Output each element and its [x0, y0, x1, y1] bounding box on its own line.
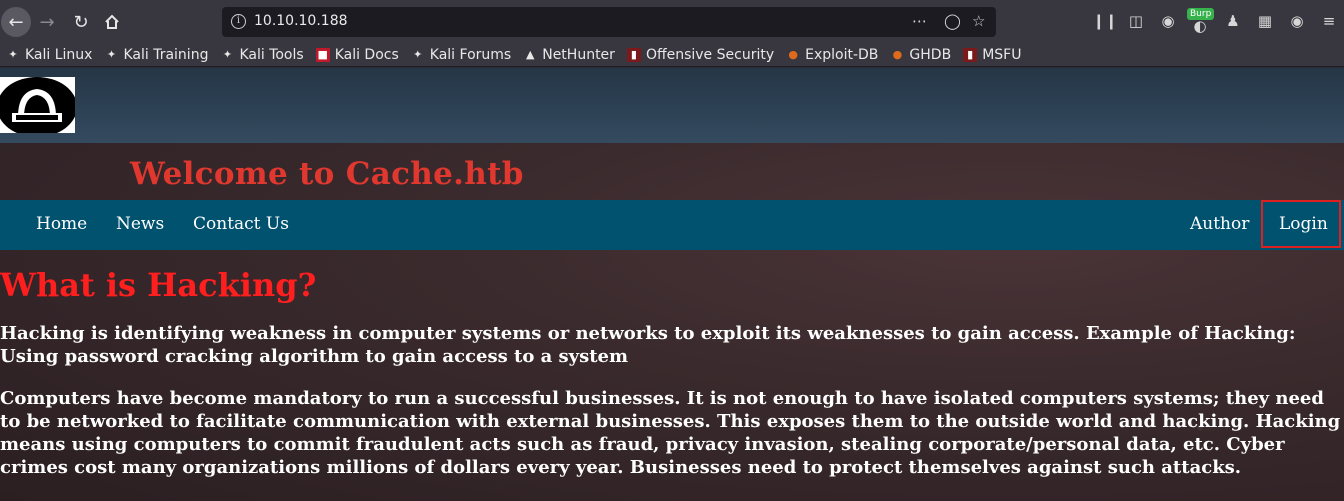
bookmark-kali-linux[interactable]: ✦ Kali Linux [6, 47, 92, 63]
library-icon[interactable]: ❙❙ [1092, 11, 1117, 31]
kali-dragon-icon: ✦ [8, 47, 18, 61]
cookie-icon[interactable]: ◉ [1287, 11, 1307, 31]
home-button[interactable] [97, 7, 127, 37]
site-logo[interactable] [0, 77, 75, 133]
foxyproxy-icon[interactable]: ◐ [1190, 16, 1210, 36]
translate-icon[interactable]: ▦ [1255, 11, 1275, 31]
home-icon [105, 14, 119, 29]
site-navbar: Home News Contact Us Author Login [0, 200, 1344, 250]
pocket-icon[interactable]: ◯ [944, 12, 961, 30]
bookmark-kali-training[interactable]: ✦ Kali Training [104, 47, 209, 63]
bookmark-exploit-db[interactable]: ● Exploit-DB [786, 47, 878, 63]
kali-dragon-icon: ✦ [222, 47, 233, 61]
offsec-icon: ▮ [963, 47, 978, 62]
reload-button[interactable]: ↻ [66, 7, 96, 37]
arrow-left-icon: ← [8, 11, 24, 33]
sidebar-icon[interactable]: ◫ [1126, 11, 1146, 31]
offsec-icon: ▮ [626, 47, 641, 62]
nethunter-icon: ▲ [525, 47, 535, 61]
extension-icon[interactable]: ◉ [1158, 11, 1178, 31]
bookmark-offensive-security[interactable]: ▮ Offensive Security [626, 47, 774, 63]
browser-toolbar: ← → ↻ i 10.10.10.188 ⋯ ◯ ☆ ❙❙ ◫ ◉ Burp ◐… [0, 0, 1344, 43]
agent-icon[interactable]: ♟ [1223, 11, 1243, 31]
main-content: What is Hacking? Hacking is identifying … [0, 266, 1344, 498]
content-paragraph-1: Hacking is identifying weakness in compu… [0, 323, 1296, 367]
nav-login-link[interactable]: Login [1279, 214, 1328, 234]
bookmark-kali-docs[interactable]: ■ Kali Docs [315, 47, 399, 63]
content-paragraph-2: Computers have become mandatory to run a… [0, 388, 1341, 478]
site-title: Welcome to Cache.htb [130, 156, 524, 192]
menu-icon[interactable]: ≡ [1319, 11, 1339, 31]
bookmark-msfu[interactable]: ▮ MSFU [963, 47, 1021, 63]
nav-news-link[interactable]: News [116, 214, 164, 234]
nav-home-link[interactable]: Home [36, 214, 87, 234]
hacker-logo-icon [0, 77, 75, 133]
bookmark-kali-forums[interactable]: ✦ Kali Forums [411, 47, 511, 63]
nav-author-link[interactable]: Author [1190, 214, 1249, 234]
back-button[interactable]: ← [1, 7, 31, 37]
arrow-right-icon: → [39, 11, 55, 33]
url-bar[interactable]: i 10.10.10.188 ⋯ ◯ ☆ [222, 7, 996, 37]
forward-button[interactable]: → [32, 7, 62, 37]
star-icon[interactable]: ☆ [972, 12, 985, 30]
kali-docs-icon: ■ [315, 47, 330, 62]
content-heading: What is Hacking? [0, 266, 317, 304]
kali-dragon-icon: ✦ [413, 47, 423, 61]
page-actions-icon[interactable]: ⋯ [912, 12, 927, 30]
info-icon[interactable]: i [231, 14, 246, 29]
web-page: Welcome to Cache.htb Home News Contact U… [0, 68, 1344, 501]
exploitdb-icon: ● [892, 47, 903, 61]
nav-contact-link[interactable]: Contact Us [193, 214, 289, 234]
url-text: 10.10.10.188 [254, 13, 348, 29]
reload-icon: ↻ [73, 11, 89, 33]
bookmark-kali-tools[interactable]: ✦ Kali Tools [220, 47, 304, 63]
exploitdb-icon: ● [788, 47, 798, 61]
kali-dragon-icon: ✦ [106, 47, 117, 61]
bookmarks-bar: ✦ Kali Linux ✦ Kali Training ✦ Kali Tools ■… [0, 43, 1344, 67]
page-header-band [0, 68, 1344, 143]
bookmark-ghdb[interactable]: ● GHDB [890, 47, 952, 63]
bookmark-nethunter[interactable]: ▲ NetHunter [523, 47, 615, 63]
